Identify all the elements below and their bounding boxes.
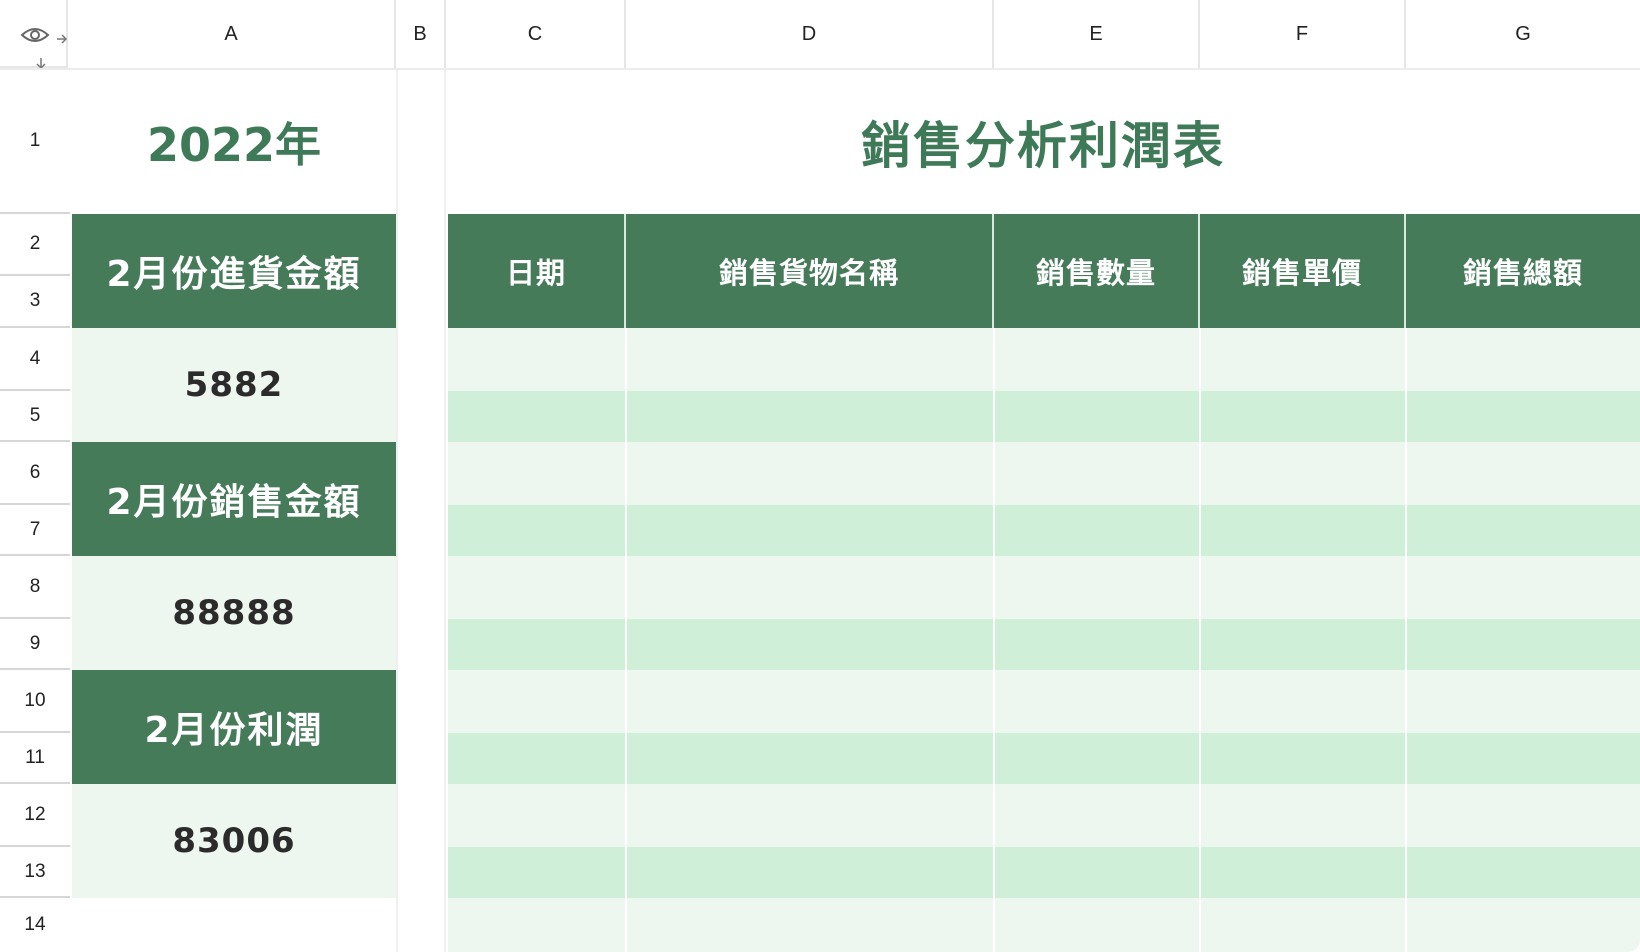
row-header-3[interactable]: 3 [0,276,70,328]
header-date[interactable]: 日期 [448,214,626,328]
row-header-12[interactable]: 12 [0,784,70,847]
table-title[interactable]: 銷售分析利潤表 [446,70,1640,214]
column-header-b[interactable]: B [396,0,446,68]
sales-amount-label[interactable]: 2月份銷售金額 [72,442,396,556]
row-header-14[interactable]: 14 [0,898,70,952]
row-header-1[interactable]: 1 [0,70,70,214]
row-header-6[interactable]: 6 [0,442,70,505]
purchase-amount-label[interactable]: 2月份進貨金額 [72,214,396,328]
row-header-2[interactable]: 2 [0,214,70,276]
column-separator [625,328,627,952]
eye-icon[interactable] [20,24,50,46]
column-separator [1405,328,1407,952]
header-total[interactable]: 銷售總額 [1406,214,1640,328]
year-label[interactable]: 2022年 [72,70,396,214]
header-quantity[interactable]: 銷售數量 [994,214,1200,328]
column-header-f[interactable]: F [1200,0,1406,68]
row-header-8[interactable]: 8 [0,556,70,619]
column-header-d[interactable]: D [626,0,994,68]
profit-value[interactable]: 83006 [72,784,396,898]
row-header-5[interactable]: 5 [0,391,70,442]
column-separator [1199,328,1201,952]
row-header-4[interactable]: 4 [0,328,70,391]
column-header-c[interactable]: C [446,0,626,68]
header-item-name[interactable]: 銷售貨物名稱 [626,214,994,328]
purchase-amount-value[interactable]: 5882 [72,328,396,442]
sales-amount-value[interactable]: 88888 [72,556,396,670]
profit-label[interactable]: 2月份利潤 [72,670,396,784]
column-header-g[interactable]: G [1406,0,1640,68]
column-separator [993,328,995,952]
row-header-7[interactable]: 7 [0,505,70,556]
row-header-9[interactable]: 9 [0,619,70,670]
column-header-e[interactable]: E [994,0,1200,68]
row-header-11[interactable]: 11 [0,733,70,784]
column-b-gap [396,70,446,952]
header-unit-price[interactable]: 銷售單價 [1200,214,1406,328]
column-header-a[interactable]: A [68,0,396,68]
spreadsheet: A B C D E F G 1 2 3 4 5 6 7 8 9 10 11 12… [0,0,1640,952]
row-header-13[interactable]: 13 [0,847,70,898]
row-header-10[interactable]: 10 [0,670,70,733]
